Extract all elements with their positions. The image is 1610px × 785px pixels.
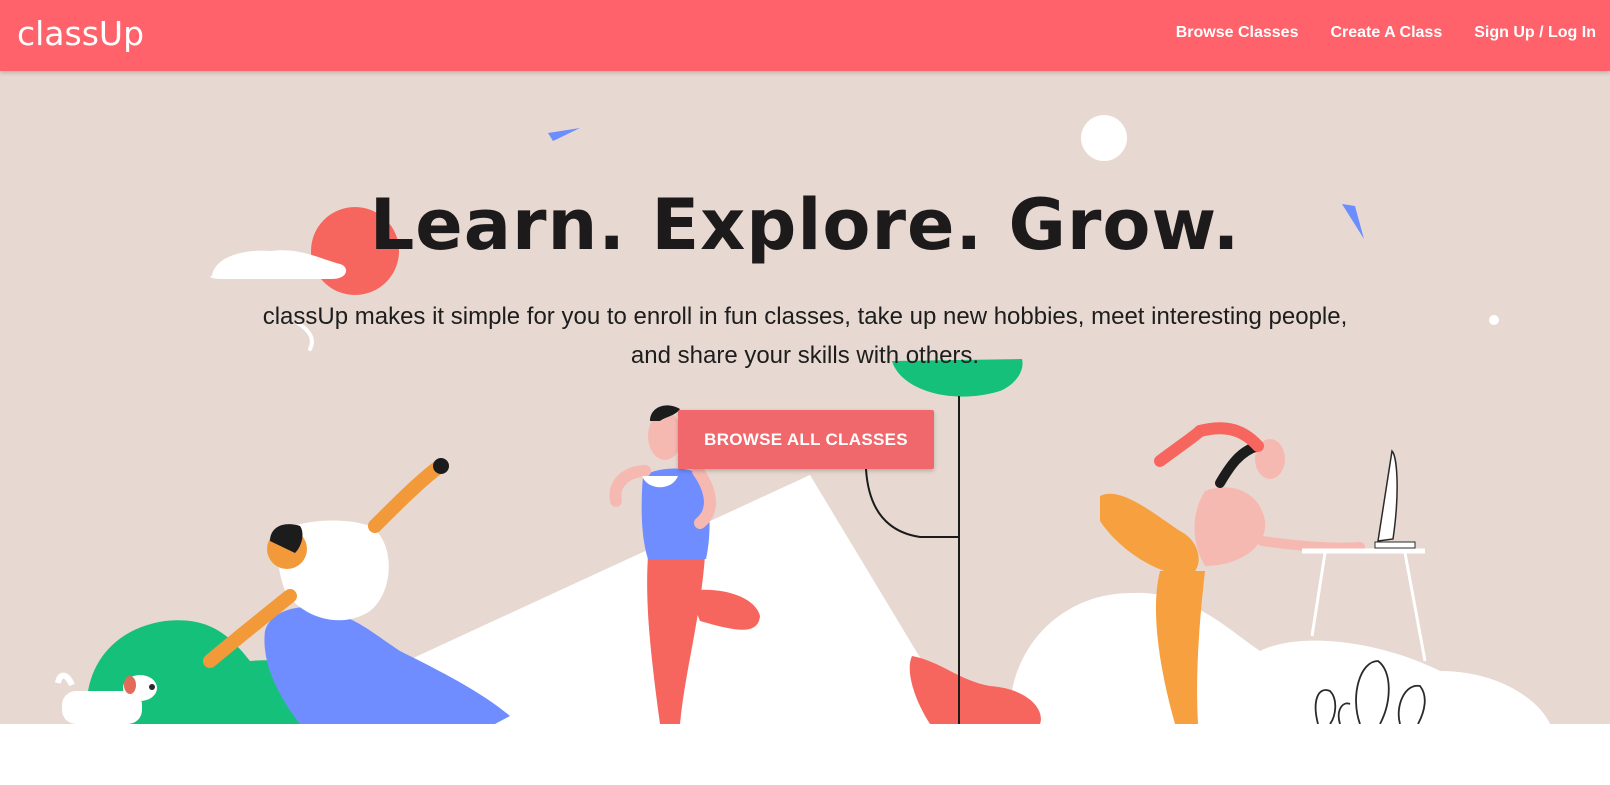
nav-links: Browse Classes Create A Class Sign Up / … [1176,24,1596,42]
desk-illustration [1302,449,1427,662]
computer-monitor-icon [1377,449,1398,542]
hero-subtext: classUp makes it simple for you to enrol… [262,303,1348,369]
plant-branch [865,468,958,538]
hero-headline: Learn. Explore. Grow. [369,184,1241,266]
hero-section: Learn. Explore. Grow. classUp makes it s… [0,71,1610,724]
nav-browse-classes[interactable]: Browse Classes [1176,24,1299,42]
nav-sign-up-log-in[interactable]: Sign Up / Log In [1474,24,1596,42]
circle-confetti-icon [1489,315,1499,325]
cloud-mound-shape [1009,592,1550,724]
logo[interactable]: classUp [17,12,144,56]
top-navbar: classUp Browse Classes Create A Class Si… [0,0,1610,71]
hero-illustration [55,115,1550,724]
browse-all-classes-button[interactable]: BROWSE ALL CLASSES [678,410,934,469]
nav-create-a-class[interactable]: Create A Class [1330,24,1442,42]
page-bottom-strip [0,724,1610,785]
circle-confetti-icon [1081,115,1127,161]
triangle-confetti-icon [548,128,580,141]
